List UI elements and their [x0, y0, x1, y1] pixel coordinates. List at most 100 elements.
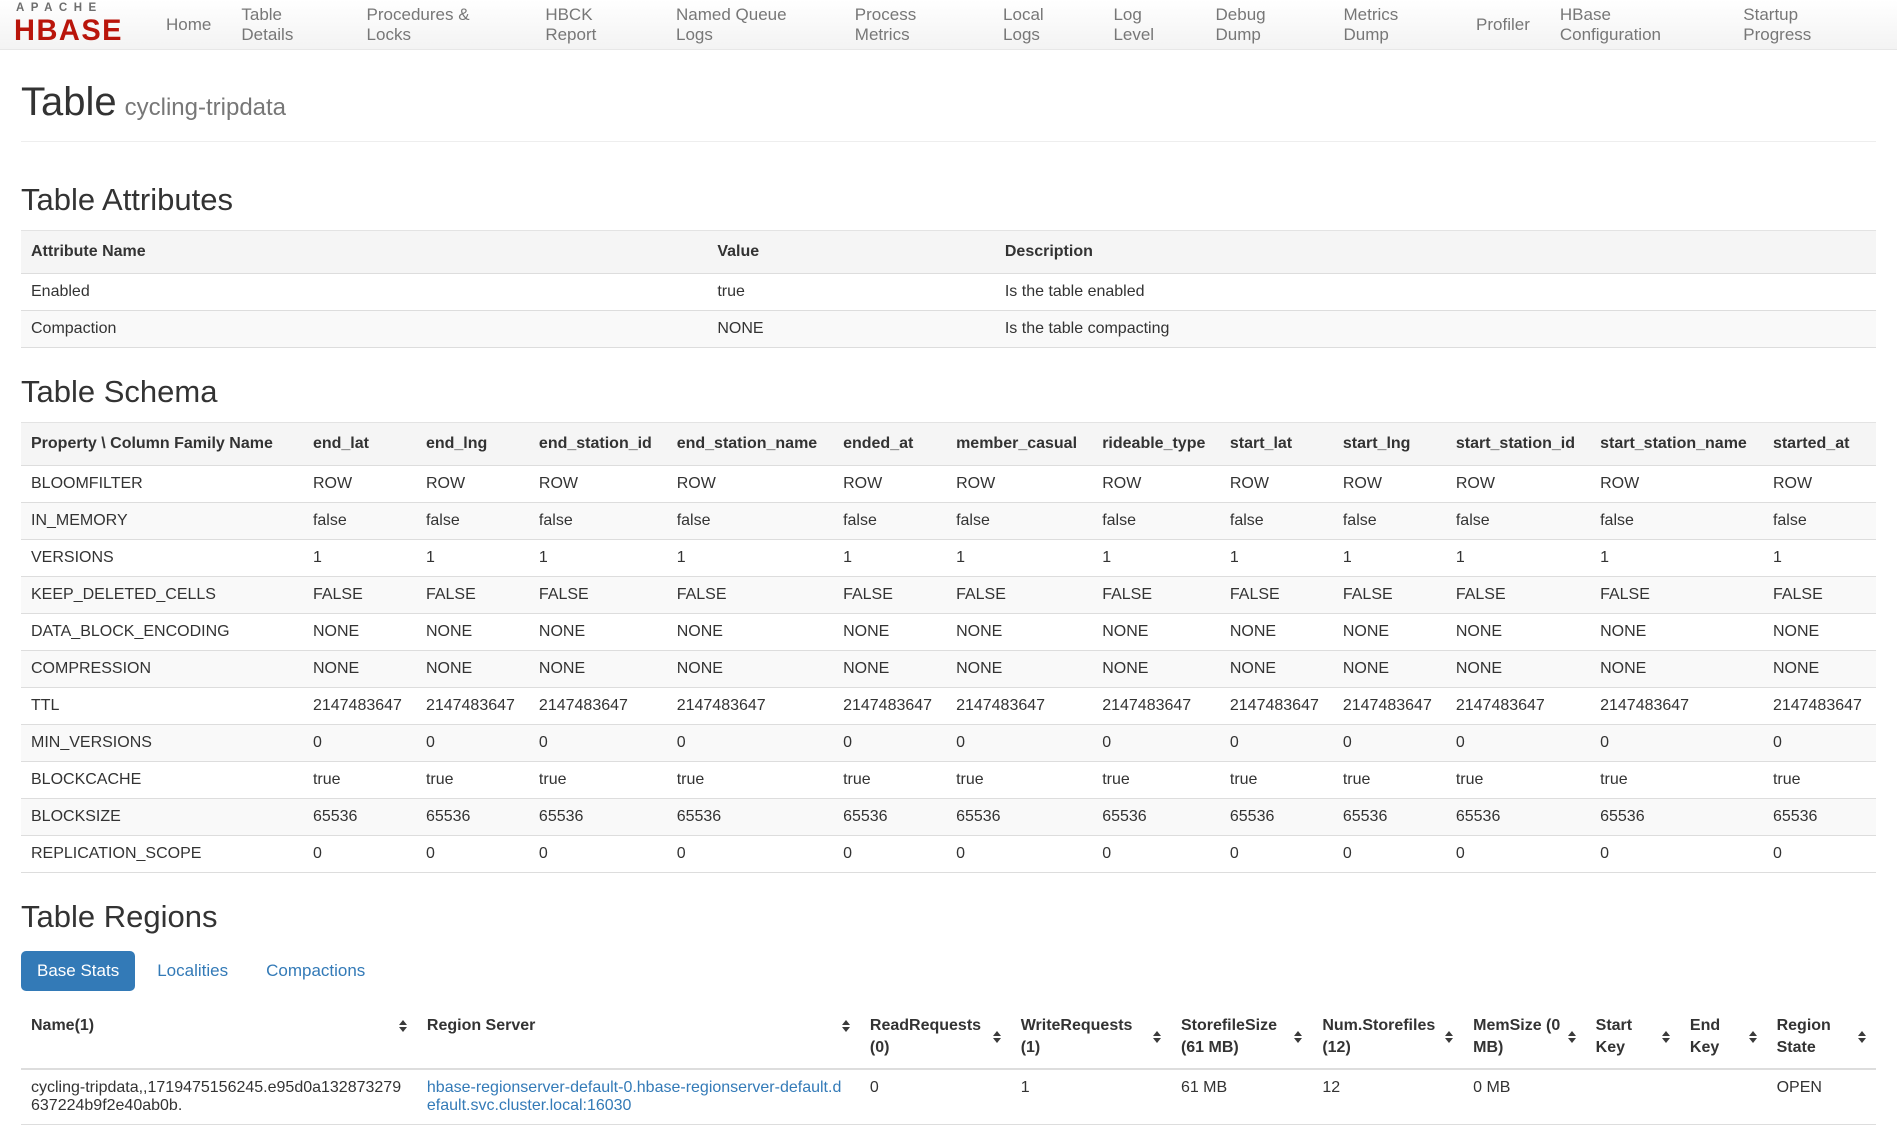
- region-cell: [1586, 1069, 1680, 1125]
- region-server-link[interactable]: hbase-regionserver-default-0.hbase-regio…: [427, 1079, 841, 1114]
- schema-heading: Table Schema: [21, 374, 1876, 410]
- schema-row: MIN_VERSIONS000000000000: [21, 725, 1876, 762]
- sort-up-arrow-icon: [1445, 1031, 1453, 1036]
- attributes-column-attribute-name: Attribute Name: [21, 231, 707, 274]
- nav-item-startup-progress[interactable]: Startup Progress: [1728, 0, 1883, 49]
- nav-item-named-queue-logs[interactable]: Named Queue Logs: [661, 0, 840, 49]
- nav-item-hbck-report[interactable]: HBCK Report: [530, 0, 661, 49]
- page-content: Tablecycling-tripdata Table Attributes A…: [0, 80, 1897, 1135]
- regions-column-label: Region Server: [427, 1015, 838, 1037]
- schema-cell: 0: [416, 836, 529, 873]
- schema-row: COMPRESSIONNONENONENONENONENONENONENONEN…: [21, 651, 1876, 688]
- sort-down-arrow-icon: [1662, 1038, 1670, 1043]
- attribute-row: CompactionNONEIs the table compacting: [21, 311, 1876, 348]
- schema-cell: true: [1333, 762, 1446, 799]
- regions-column-region-server[interactable]: Region Server: [417, 1005, 860, 1069]
- schema-cell: 65536: [1333, 799, 1446, 836]
- schema-cell: 1: [416, 540, 529, 577]
- schema-column-member-casual: member_casual: [946, 423, 1092, 466]
- regions-column-writerequests-1[interactable]: WriteRequests (1): [1011, 1005, 1171, 1069]
- schema-cell: NONE: [1333, 614, 1446, 651]
- schema-cell: 1: [303, 540, 416, 577]
- regions-column-region-state[interactable]: Region State: [1767, 1005, 1876, 1069]
- schema-row: IN_MEMORYfalsefalsefalsefalsefalsefalsef…: [21, 503, 1876, 540]
- schema-cell: 65536: [1446, 799, 1590, 836]
- nav-item-profiler[interactable]: Profiler: [1461, 0, 1545, 49]
- sort-down-arrow-icon: [1294, 1038, 1302, 1043]
- schema-cell: NONE: [667, 651, 833, 688]
- sort-icon: [1294, 1031, 1302, 1043]
- regions-column-memsize-0-mb[interactable]: MemSize (0 MB): [1463, 1005, 1586, 1069]
- region-cell: 0 MB: [1463, 1069, 1586, 1125]
- nav-item-debug-dump[interactable]: Debug Dump: [1201, 0, 1329, 49]
- schema-row: TTL2147483647214748364721474836472147483…: [21, 688, 1876, 725]
- schema-cell: false: [1446, 503, 1590, 540]
- nav-item-process-metrics[interactable]: Process Metrics: [840, 0, 988, 49]
- regions-column-readrequests-0[interactable]: ReadRequests (0): [860, 1005, 1011, 1069]
- schema-cell: ROW: [529, 466, 667, 503]
- tab-compactions[interactable]: Compactions: [250, 951, 381, 991]
- region-cell: cycling-tripdata,,1719475156245.e95d0a13…: [21, 1069, 417, 1125]
- schema-row: BLOCKCACHEtruetruetruetruetruetruetruetr…: [21, 762, 1876, 799]
- schema-cell: NONE: [946, 651, 1092, 688]
- regions-column-num-storefiles-12[interactable]: Num.Storefiles (12): [1312, 1005, 1463, 1069]
- schema-cell: true: [946, 762, 1092, 799]
- schema-cell: 0: [833, 836, 946, 873]
- schema-cell: 2147483647: [1220, 688, 1333, 725]
- schema-cell: true: [667, 762, 833, 799]
- attributes-body: EnabledtrueIs the table enabledCompactio…: [21, 274, 1876, 348]
- regions-column-label: ReadRequests (0): [870, 1015, 989, 1058]
- regions-column-name-1[interactable]: Name(1): [21, 1005, 417, 1069]
- nav-item-local-logs[interactable]: Local Logs: [988, 0, 1098, 49]
- page-header: Tablecycling-tripdata: [21, 80, 1876, 125]
- regions-column-end-key[interactable]: End Key: [1680, 1005, 1767, 1069]
- schema-cell: 2147483647: [1333, 688, 1446, 725]
- schema-cell: 0: [1763, 836, 1876, 873]
- schema-cell: ROW: [1220, 466, 1333, 503]
- schema-cell: false: [1763, 503, 1876, 540]
- schema-column-ended-at: ended_at: [833, 423, 946, 466]
- nav-item-procedures-locks[interactable]: Procedures & Locks: [352, 0, 531, 49]
- schema-property: BLOOMFILTER: [21, 466, 303, 503]
- nav-item-metrics-dump[interactable]: Metrics Dump: [1328, 0, 1461, 49]
- schema-column-start-station-name: start_station_name: [1590, 423, 1763, 466]
- sort-up-arrow-icon: [1568, 1031, 1576, 1036]
- sort-down-arrow-icon: [1153, 1038, 1161, 1043]
- schema-cell: 1: [1763, 540, 1876, 577]
- region-cell: 1: [1011, 1069, 1171, 1125]
- region-cell: 61 MB: [1171, 1069, 1312, 1125]
- schema-property: VERSIONS: [21, 540, 303, 577]
- schema-cell: FALSE: [1220, 577, 1333, 614]
- sort-icon: [842, 1020, 850, 1032]
- sort-down-arrow-icon: [1445, 1038, 1453, 1043]
- schema-cell: 0: [1590, 725, 1763, 762]
- region-row: cycling-tripdata,,1719475156245.e95d0a13…: [21, 1069, 1876, 1125]
- regions-column-storefilesize-61-mb[interactable]: StorefileSize (61 MB): [1171, 1005, 1312, 1069]
- hbase-logo[interactable]: APACHE HBASE: [14, 3, 123, 46]
- nav-item-table-details[interactable]: Table Details: [226, 0, 351, 49]
- tab-base-stats[interactable]: Base Stats: [21, 951, 135, 991]
- schema-cell: 1: [1590, 540, 1763, 577]
- schema-cell: NONE: [1220, 614, 1333, 651]
- schema-cell: 1: [667, 540, 833, 577]
- schema-cell: ROW: [1092, 466, 1220, 503]
- schema-cell: NONE: [529, 614, 667, 651]
- sort-up-arrow-icon: [399, 1020, 407, 1025]
- schema-cell: 65536: [529, 799, 667, 836]
- sort-icon: [993, 1031, 1001, 1043]
- schema-cell: 2147483647: [946, 688, 1092, 725]
- nav-item-hbase-configuration[interactable]: HBase Configuration: [1545, 0, 1728, 49]
- tab-localities[interactable]: Localities: [141, 951, 244, 991]
- nav-item-log-level[interactable]: Log Level: [1098, 0, 1200, 49]
- nav-item-home[interactable]: Home: [151, 0, 226, 49]
- schema-property: BLOCKSIZE: [21, 799, 303, 836]
- schema-cell: false: [1092, 503, 1220, 540]
- schema-cell: true: [1763, 762, 1876, 799]
- schema-cell: 0: [946, 836, 1092, 873]
- schema-cell: FALSE: [1446, 577, 1590, 614]
- schema-column-end-lng: end_lng: [416, 423, 529, 466]
- schema-cell: 1: [833, 540, 946, 577]
- regions-column-start-key[interactable]: Start Key: [1586, 1005, 1680, 1069]
- schema-cell: 2147483647: [1763, 688, 1876, 725]
- schema-cell: 1: [1092, 540, 1220, 577]
